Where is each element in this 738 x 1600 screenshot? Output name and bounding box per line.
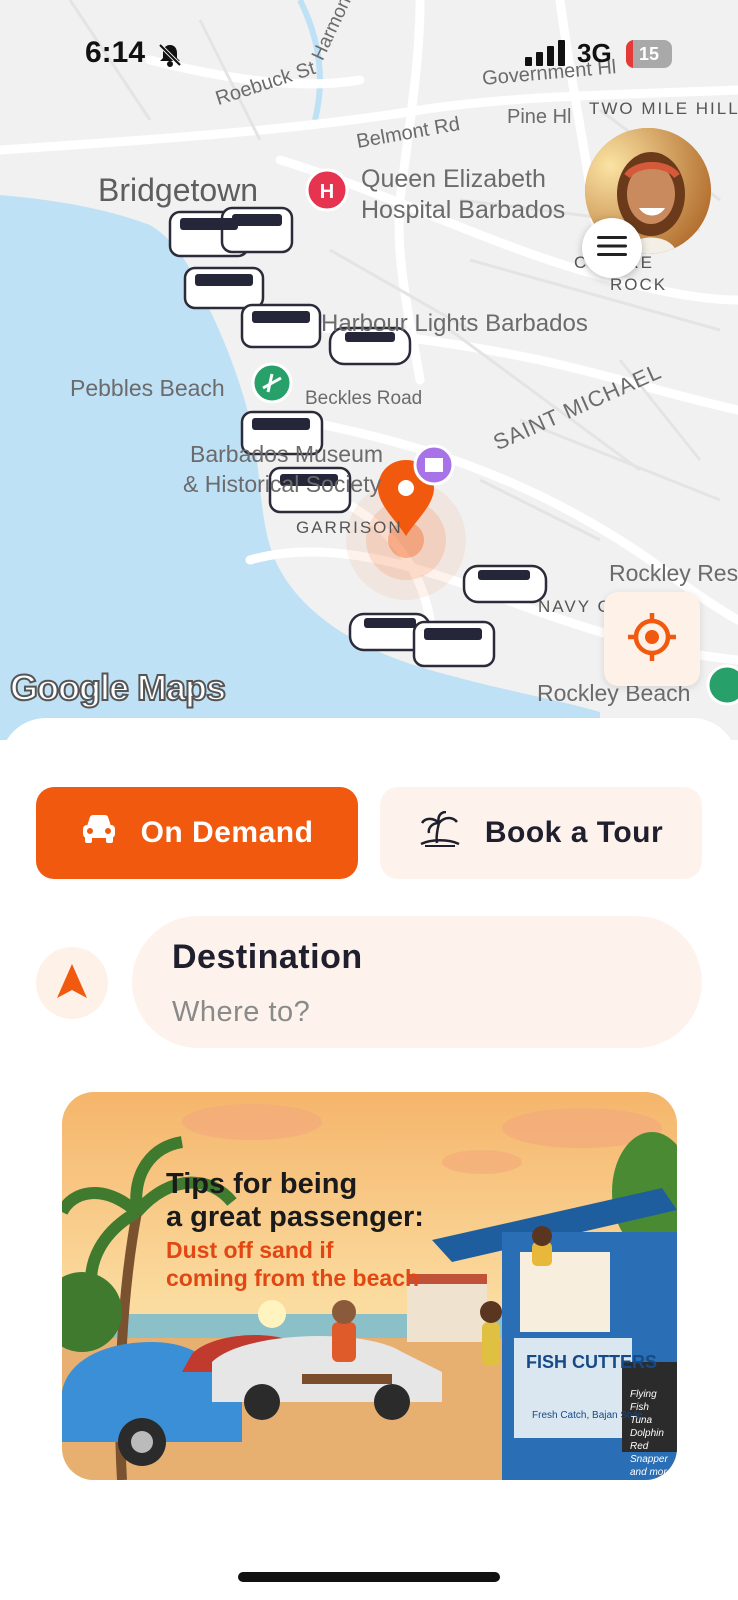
crosshair-icon xyxy=(626,611,678,668)
promo-board-item: Red Snapper xyxy=(630,1441,668,1465)
signal-icon xyxy=(525,40,569,71)
promo-subheading: Dust off sand if coming from the beach xyxy=(166,1236,419,1292)
promo-heading-line1: Tips for being xyxy=(166,1168,358,1200)
map-label-hospital-line2: Hospital Barbados xyxy=(361,196,566,224)
destination-placeholder: Where to? xyxy=(172,996,311,1028)
navigation-arrow-icon xyxy=(57,963,87,1003)
destination-title: Destination xyxy=(172,938,363,976)
battery-level: 15 xyxy=(638,44,660,64)
promo-board-item: Dolphin xyxy=(630,1428,664,1439)
promo-banner[interactable]: Tips for being a great passenger: Dust o… xyxy=(62,1092,677,1480)
hamburger-icon xyxy=(597,234,627,263)
home-indicator[interactable] xyxy=(238,1572,500,1582)
promo-menu-board: Flying Fish Tuna Dolphin Red Snapper and… xyxy=(630,1388,677,1479)
status-bar: 6:14 3G 15 xyxy=(0,0,738,110)
svg-text:H: H xyxy=(320,181,334,203)
destination-input[interactable]: Destination Where to? xyxy=(132,916,702,1048)
map-label-museum-line1: Barbados Museum xyxy=(190,441,384,467)
bell-off-icon xyxy=(157,42,183,73)
car-icon xyxy=(81,814,117,852)
map-label-rockley-res: Rockley Res xyxy=(609,560,738,586)
promo-heading-line2: a great passenger: xyxy=(166,1201,424,1233)
google-maps-logo: Google Maps xyxy=(9,666,227,709)
on-demand-label: On Demand xyxy=(140,816,314,849)
promo-board-item: and more! xyxy=(630,1467,676,1478)
book-tour-label: Book a Tour xyxy=(484,816,664,849)
menu-button[interactable] xyxy=(582,218,642,278)
on-demand-button[interactable]: On Demand xyxy=(36,787,358,879)
book-tour-button[interactable]: Book a Tour xyxy=(380,787,702,879)
promo-heading: Tips for being a great passenger: xyxy=(166,1168,424,1234)
promo-board-item: Flying Fish xyxy=(630,1389,657,1413)
promo-shop-sign: FISH CUTTERS xyxy=(526,1352,658,1372)
map-label-beckles-road: Beckles Road xyxy=(305,388,423,409)
status-time: 6:14 xyxy=(85,36,146,69)
promo-board-item: Tuna xyxy=(630,1415,653,1426)
map-label-hospital-line1: Queen Elizabeth xyxy=(361,165,546,193)
map-label-pebbles-beach: Pebbles Beach xyxy=(70,375,225,401)
map-label-bridgetown: Bridgetown xyxy=(98,172,259,208)
promo-shop-subtitle: Fresh Catch, Bajan Style xyxy=(532,1410,643,1421)
promo-sub-line1: Dust off sand if xyxy=(166,1237,334,1263)
map-label-garrison: GARRISON xyxy=(296,518,403,537)
map[interactable]: H Harmon Roebuck St Government Hl Pine H… xyxy=(0,0,738,740)
map-label-harbour-lights: Harbour Lights Barbados xyxy=(321,310,588,337)
recenter-location-button[interactable] xyxy=(604,592,700,686)
map-label-museum-line2: & Historical Society xyxy=(183,471,382,497)
network-type: 3G xyxy=(577,38,612,68)
promo-sub-line2: coming from the beach xyxy=(166,1265,420,1291)
battery-icon: 15 xyxy=(626,40,672,68)
palm-tree-icon xyxy=(419,810,461,855)
map-label-navy: NAVY G xyxy=(538,597,613,616)
navigation-indicator xyxy=(36,947,108,1019)
map-label-more-rock-line2: ROCK xyxy=(610,275,668,294)
